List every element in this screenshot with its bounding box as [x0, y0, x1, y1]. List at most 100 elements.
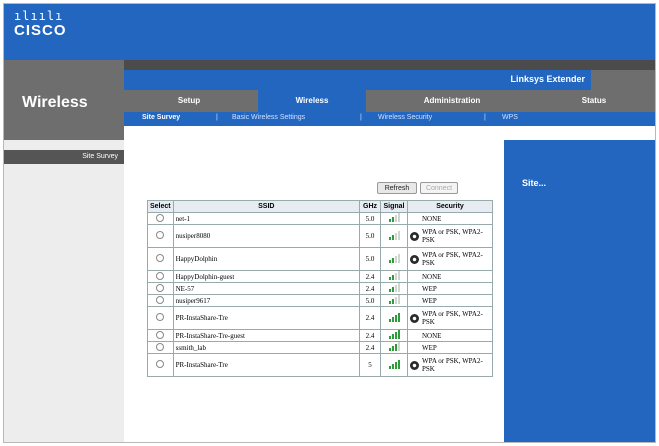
tab-setup[interactable]: Setup — [134, 90, 244, 112]
security-text: WPA or PSK, WPA2-PSK — [422, 310, 483, 326]
table-row[interactable]: ssmith_lab 2.4 WEP — [147, 341, 493, 354]
table-row[interactable]: HappyDolphin 5.0 WPA or PSK, WPA2-PSK — [147, 247, 493, 271]
table-row[interactable]: PR-InstaShare-Tre 2.4 WPA or PSK, WPA2-PSK — [147, 306, 493, 330]
section-header: Wireless — [4, 60, 124, 140]
secured-network-icon — [410, 360, 419, 370]
column-security: Security — [407, 200, 493, 213]
security-text: WEP — [422, 343, 437, 352]
security-cell: WPA or PSK, WPA2-PSK — [407, 306, 493, 330]
tab-administration[interactable]: Administration — [382, 90, 522, 112]
product-bar-end — [591, 70, 655, 90]
security-wrap: WPA or PSK, WPA2-PSK — [410, 310, 490, 326]
signal-cell — [380, 329, 408, 342]
browser-frame: ılıılı CISCO Wireless Linksys Extender S… — [3, 3, 656, 443]
select-radio[interactable] — [156, 313, 165, 321]
security-text: WEP — [422, 296, 437, 305]
security-wrap: NONE — [410, 273, 490, 281]
select-radio[interactable] — [156, 342, 165, 351]
ghz-cell: 2.4 — [359, 282, 381, 295]
ghz-cell: 2.4 — [359, 329, 381, 342]
column-ghz: GHz — [359, 200, 381, 213]
help-title: Site... — [522, 178, 547, 188]
tab-wireless[interactable]: Wireless — [258, 90, 366, 112]
row-select-cell — [147, 247, 174, 271]
sub-nav: Site Survey | Basic Wireless Settings | … — [124, 112, 655, 126]
tab-status[interactable]: Status — [544, 90, 644, 112]
select-radio[interactable] — [156, 213, 165, 222]
product-name: Linksys Extender — [510, 74, 585, 84]
select-radio[interactable] — [156, 283, 165, 292]
ssid-cell: HappyDolphin — [172, 247, 361, 271]
select-radio[interactable] — [156, 330, 165, 339]
security-wrap: WPA or PSK, WPA2-PSK — [410, 228, 490, 244]
row-select-cell — [147, 341, 174, 354]
top-banner: ılıılı CISCO — [4, 4, 655, 60]
connect-button[interactable]: Connect — [420, 182, 458, 194]
table-header-row: Select SSID GHz Signal Security — [147, 200, 493, 213]
security-text: WPA or PSK, WPA2-PSK — [422, 357, 483, 373]
row-select-cell — [147, 212, 174, 225]
ssid-cell: ssmith_lab — [172, 341, 361, 354]
security-cell: WEP — [407, 294, 493, 307]
security-wrap: WEP — [410, 285, 490, 293]
select-radio[interactable] — [156, 231, 165, 239]
signal-cell — [380, 270, 408, 283]
security-cell: WEP — [407, 282, 493, 295]
security-cell: NONE — [407, 212, 493, 225]
secured-network-icon — [410, 231, 419, 241]
security-cell: WEP — [407, 341, 493, 354]
ghz-cell: 5 — [359, 353, 381, 377]
subtab-wps[interactable]: WPS — [502, 114, 518, 121]
cisco-wordmark: CISCO — [14, 22, 67, 39]
table-row[interactable]: PR-InstaShare-Tre-guest 2.4 NONE — [147, 329, 493, 342]
refresh-button[interactable]: Refresh — [377, 182, 417, 194]
ssid-cell: net-1 — [172, 212, 361, 225]
ghz-cell: 2.4 — [359, 341, 381, 354]
select-radio[interactable] — [156, 295, 165, 304]
ghz-cell: 2.4 — [359, 306, 381, 330]
signal-strength-icon — [388, 359, 400, 369]
sidebar: Site Survey — [4, 140, 124, 442]
signal-strength-icon — [388, 230, 400, 240]
security-wrap: WPA or PSK, WPA2-PSK — [410, 251, 490, 267]
subnav-separator: | — [360, 114, 362, 121]
row-select-cell — [147, 329, 174, 342]
select-radio[interactable] — [156, 271, 165, 280]
signal-strength-icon — [388, 271, 400, 280]
security-wrap: NONE — [410, 215, 490, 223]
signal-cell — [380, 247, 408, 271]
security-cell: WPA or PSK, WPA2-PSK — [407, 224, 493, 248]
signal-strength-icon — [388, 312, 400, 322]
subnav-separator: | — [216, 114, 218, 121]
ghz-cell: 2.4 — [359, 270, 381, 283]
subnav-separator: | — [484, 114, 486, 121]
table-row[interactable]: HappyDolphin-guest 2.4 NONE — [147, 270, 493, 283]
ssid-cell: PR-InstaShare-Tre-guest — [172, 329, 361, 342]
signal-strength-icon — [388, 213, 400, 222]
subtab-wireless-security[interactable]: Wireless Security — [378, 114, 432, 121]
table-row[interactable]: net-1 5.0 NONE — [147, 212, 493, 225]
column-select: Select — [147, 200, 174, 213]
table-row[interactable]: nusiper9617 5.0 WEP — [147, 294, 493, 307]
sidebar-item-site-survey[interactable]: Site Survey — [4, 150, 124, 164]
signal-strength-icon — [388, 283, 400, 292]
help-panel: Site... — [504, 140, 655, 442]
security-text: NONE — [422, 331, 442, 340]
signal-cell — [380, 212, 408, 225]
signal-strength-icon — [388, 295, 400, 304]
table-row[interactable]: PR-InstaShare-Tre 5 WPA or PSK, WPA2-PSK — [147, 353, 493, 377]
signal-cell — [380, 341, 408, 354]
cisco-logo: ılıılı CISCO — [14, 10, 67, 40]
table-row[interactable]: NE-57 2.4 WEP — [147, 282, 493, 295]
subtab-basic-wireless-settings[interactable]: Basic Wireless Settings — [232, 114, 305, 121]
table-row[interactable]: nusiper8080 5.0 WPA or PSK, WPA2-PSK — [147, 224, 493, 248]
site-survey-table: Select SSID GHz Signal Security net-1 5.0… — [147, 200, 493, 377]
signal-strength-icon — [388, 253, 400, 263]
select-radio[interactable] — [156, 360, 165, 368]
security-wrap: WPA or PSK, WPA2-PSK — [410, 357, 490, 373]
ssid-cell: nusiper8080 — [172, 224, 361, 248]
select-radio[interactable] — [156, 254, 165, 262]
ssid-cell: PR-InstaShare-Tre — [172, 353, 361, 377]
subtab-site-survey[interactable]: Site Survey — [142, 114, 180, 121]
signal-cell — [380, 294, 408, 307]
